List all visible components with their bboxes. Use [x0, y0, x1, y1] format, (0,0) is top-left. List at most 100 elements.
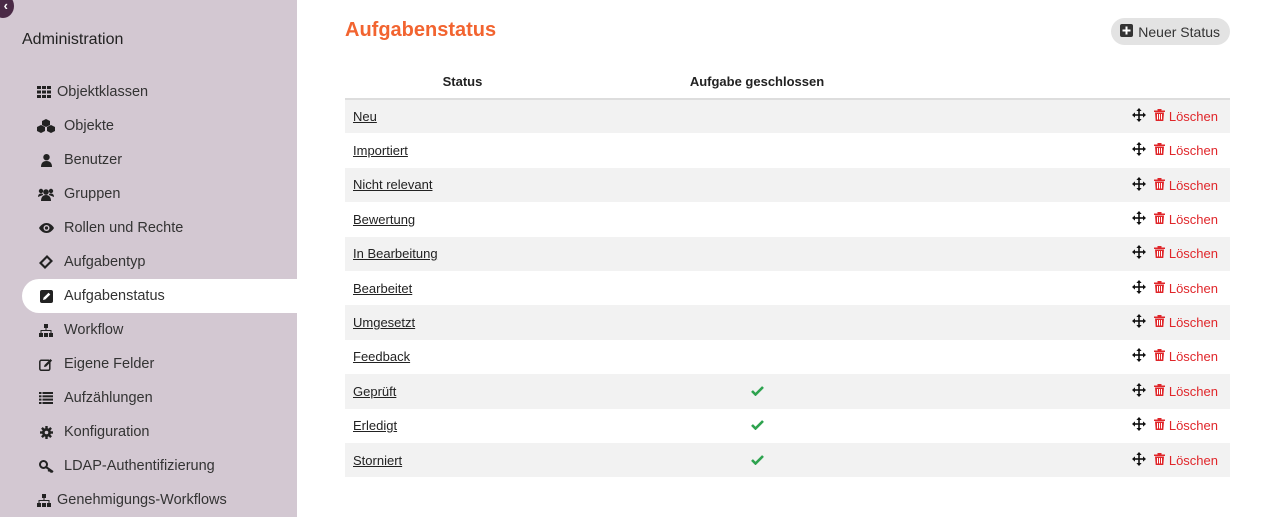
delete-button[interactable]: Löschen	[1153, 452, 1218, 468]
delete-label: Löschen	[1168, 211, 1218, 227]
table-row: Geprüft Löschen	[345, 374, 1230, 409]
sidebar-nav: Objektklassen Objekte Benutzer Gruppen Rolle…	[22, 75, 297, 517]
actions-cell: Löschen	[934, 236, 1230, 271]
column-header-actions	[934, 64, 1230, 100]
closed-cell	[580, 167, 934, 203]
move-icon[interactable]	[1131, 451, 1146, 469]
trash-icon	[1153, 280, 1165, 296]
delete-button[interactable]: Löschen	[1153, 383, 1218, 399]
closed-cell	[580, 442, 934, 478]
move-icon[interactable]	[1131, 417, 1146, 434]
table-row: Nicht relevant Löschen	[345, 167, 1230, 203]
page-title: Aufgabenstatus	[345, 19, 497, 41]
status-link[interactable]: In Bearbeitung	[353, 246, 438, 261]
move-icon[interactable]	[1131, 210, 1146, 228]
status-link[interactable]: Umgesetzt	[353, 315, 415, 330]
status-name-cell: Erledigt	[345, 409, 580, 443]
move-icon[interactable]	[1131, 245, 1146, 262]
delete-button[interactable]: Löschen	[1153, 177, 1218, 193]
table-row: Umgesetzt Löschen	[345, 305, 1230, 340]
status-name-cell: Geprüft	[345, 374, 580, 409]
move-icon[interactable]	[1131, 382, 1146, 400]
chevron-left-icon: ‹	[3, 0, 8, 13]
delete-button[interactable]: Löschen	[1153, 143, 1218, 158]
status-name-cell: In Bearbeitung	[345, 236, 580, 271]
sitemap-icon	[36, 323, 56, 337]
collapse-sidebar-button[interactable]: ‹	[0, 0, 14, 18]
status-name-cell: Neu	[345, 99, 580, 134]
delete-button[interactable]: Löschen	[1153, 418, 1218, 433]
status-link[interactable]: Bearbeitet	[353, 281, 412, 296]
sidebar-item-aufzählungen[interactable]: Aufzählungen	[22, 381, 297, 415]
status-link[interactable]: Erledigt	[353, 418, 397, 433]
trash-icon	[1153, 349, 1165, 364]
check-icon	[750, 453, 764, 468]
actions-cell: Löschen	[934, 167, 1230, 203]
sidebar-item-genehmigungs-workflows[interactable]: Genehmigungs-Workflows	[22, 483, 297, 517]
status-link[interactable]: Feedback	[353, 349, 410, 364]
status-link[interactable]: Storniert	[353, 453, 402, 468]
sidebar-item-aufgabentyp[interactable]: Aufgabentyp	[22, 245, 297, 279]
sidebar-item-eigene-felder[interactable]: Eigene Felder	[22, 347, 297, 381]
sidebar-item-label: Gruppen	[64, 186, 121, 202]
sidebar-item-rollen-und-rechte[interactable]: Rollen und Rechte	[22, 211, 297, 245]
sidebar-item-benutzer[interactable]: Benutzer	[22, 143, 297, 177]
sidebar-item-label: Aufgabentyp	[64, 254, 146, 270]
th-grid-icon	[34, 86, 54, 98]
sidebar-item-gruppen[interactable]: Gruppen	[22, 177, 297, 211]
sidebar-item-label: LDAP-Authentifizierung	[64, 458, 215, 474]
delete-label: Löschen	[1168, 280, 1218, 296]
sidebar-item-label: Objektklassen	[57, 84, 149, 100]
actions-cell: Löschen	[934, 202, 1230, 236]
delete-button[interactable]: Löschen	[1153, 349, 1218, 364]
sidebar-item-label: Benutzer	[64, 152, 123, 168]
table-row: Storniert Löschen	[345, 442, 1230, 478]
trash-icon	[1153, 109, 1165, 124]
move-icon[interactable]	[1131, 176, 1146, 194]
sidebar: ‹ Administration Objektklassen Objekte Ben…	[0, 0, 297, 517]
trash-icon	[1153, 177, 1165, 193]
trash-icon	[1153, 452, 1165, 468]
status-link[interactable]: Bewertung	[353, 212, 415, 227]
delete-button[interactable]: Löschen	[1153, 211, 1218, 227]
move-icon[interactable]	[1131, 142, 1146, 159]
move-icon[interactable]	[1131, 314, 1146, 331]
key-icon	[36, 459, 56, 473]
sidebar-item-objektklassen[interactable]: Objektklassen	[22, 75, 297, 109]
status-name-cell: Storniert	[345, 442, 580, 478]
plus-square-icon	[1120, 23, 1134, 40]
delete-button[interactable]: Löschen	[1153, 246, 1218, 261]
status-link[interactable]: Geprüft	[353, 384, 396, 399]
status-link[interactable]: Neu	[353, 109, 377, 124]
delete-label: Löschen	[1168, 177, 1218, 193]
delete-label: Löschen	[1168, 109, 1218, 125]
trash-icon	[1153, 315, 1165, 330]
ticket-icon	[36, 255, 56, 269]
sitemap-icon	[34, 493, 54, 507]
delete-button[interactable]: Löschen	[1153, 280, 1218, 296]
sidebar-item-label: Aufgabenstatus	[64, 288, 165, 304]
new-status-button[interactable]: Neuer Status	[1111, 18, 1230, 45]
delete-button[interactable]: Löschen	[1153, 315, 1218, 330]
sidebar-item-ldap-authentifizierung[interactable]: LDAP-Authentifizierung	[22, 449, 297, 483]
move-icon[interactable]	[1131, 108, 1146, 125]
sidebar-item-objekte[interactable]: Objekte	[22, 109, 297, 143]
table-row: Erledigt Löschen	[345, 409, 1230, 443]
sidebar-item-aufgabenstatus[interactable]: Aufgabenstatus	[22, 279, 297, 313]
sidebar-item-workflow[interactable]: Workflow	[22, 313, 297, 347]
trash-icon	[1153, 383, 1165, 399]
status-link[interactable]: Nicht relevant	[353, 177, 432, 192]
eye-icon	[36, 223, 56, 233]
move-icon[interactable]	[1131, 279, 1146, 297]
closed-cell	[580, 340, 934, 374]
users-icon	[36, 188, 56, 201]
table-row: Bewertung Löschen	[345, 202, 1230, 236]
user-icon	[36, 153, 56, 167]
move-icon[interactable]	[1131, 348, 1146, 365]
status-link[interactable]: Importiert	[353, 143, 408, 158]
sidebar-item-label: Konfiguration	[64, 424, 150, 440]
closed-cell	[580, 409, 934, 443]
sidebar-item-konfiguration[interactable]: Konfiguration	[22, 415, 297, 449]
delete-button[interactable]: Löschen	[1153, 109, 1218, 125]
column-header-status: Status	[345, 64, 580, 100]
